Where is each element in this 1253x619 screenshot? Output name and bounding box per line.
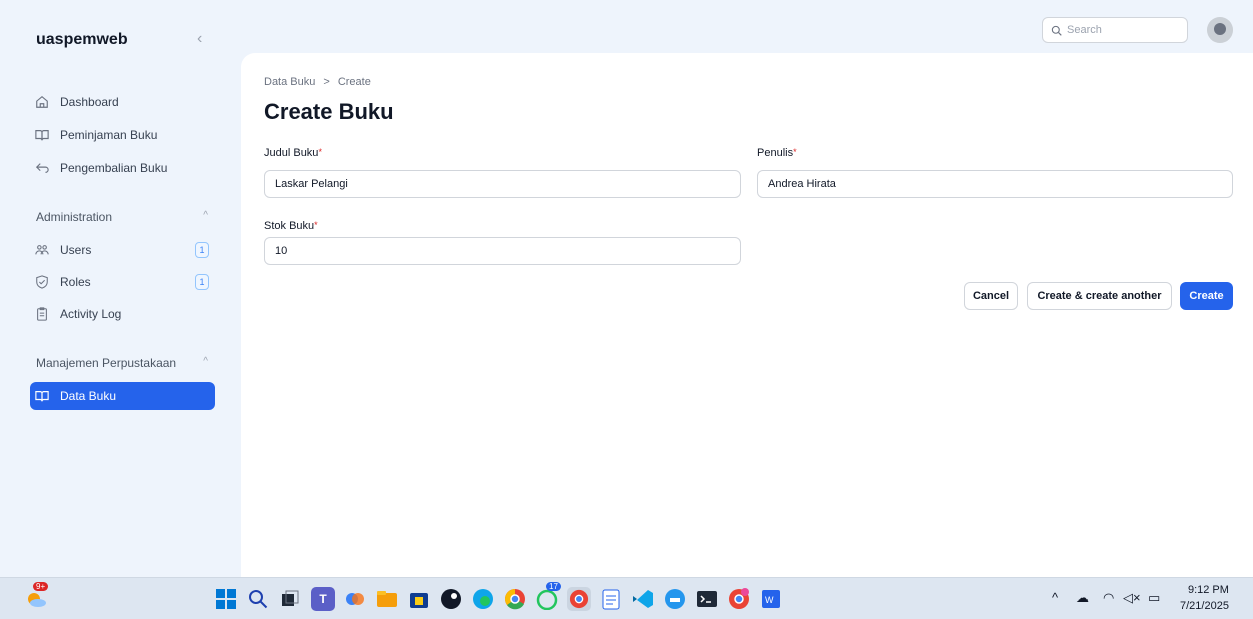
- users-icon: [34, 242, 50, 258]
- breadcrumb: Data Buku > Create: [264, 76, 371, 88]
- sidebar-item-label: Roles: [60, 275, 91, 289]
- judul-buku-label: Judul Buku*: [264, 147, 322, 159]
- word-icon[interactable]: W: [759, 587, 783, 611]
- chrome-alt-profile-icon[interactable]: [727, 587, 751, 611]
- search-input[interactable]: Search: [1042, 17, 1188, 43]
- tray-overflow-icon[interactable]: ^: [1052, 590, 1058, 605]
- group-administration[interactable]: Administration ^: [36, 210, 211, 224]
- create-button[interactable]: Create: [1180, 282, 1233, 310]
- whatsapp-badge: 17: [546, 582, 561, 591]
- chevron-up-icon: ^: [203, 210, 208, 221]
- search-placeholder: Search: [1067, 24, 1102, 36]
- penulis-label: Penulis*: [757, 147, 797, 159]
- main-content: Data Buku > Create Create Buku Judul Buk…: [241, 53, 1253, 577]
- judul-buku-field[interactable]: Laskar Pelangi: [264, 170, 741, 198]
- sidebar-item-pengembalian[interactable]: Pengembalian Buku: [30, 154, 215, 182]
- chrome-icon[interactable]: [503, 587, 527, 611]
- group-label: Administration: [36, 210, 113, 224]
- create-another-button[interactable]: Create & create another: [1027, 282, 1172, 310]
- clock-time: 9:12 PM: [1187, 584, 1229, 596]
- ms-store-icon[interactable]: [407, 587, 431, 611]
- group-label: Manajemen Perpustakaan: [36, 356, 177, 370]
- breadcrumb-current: Create: [337, 76, 371, 88]
- sidebar-item-label: Pengembalian Buku: [60, 161, 168, 175]
- terminal-icon[interactable]: [695, 587, 719, 611]
- docker-icon[interactable]: [663, 587, 687, 611]
- book-open-icon: [34, 388, 50, 404]
- home-icon: [34, 94, 50, 110]
- cancel-button[interactable]: Cancel: [964, 282, 1018, 310]
- breadcrumb-separator: >: [323, 76, 330, 88]
- windows-start-icon[interactable]: [214, 587, 238, 611]
- sidebar-item-users[interactable]: Users 1: [30, 236, 215, 264]
- group-manajemen-perpustakaan[interactable]: Manajemen Perpustakaan ^: [36, 356, 211, 370]
- users-count-badge: 1: [195, 242, 209, 258]
- penulis-field[interactable]: Andrea Hirata: [757, 170, 1233, 198]
- search-icon: [1051, 25, 1062, 36]
- task-view-icon[interactable]: [278, 587, 302, 611]
- shield-icon: [34, 274, 50, 290]
- sidebar-item-activity-log[interactable]: Activity Log: [30, 300, 215, 328]
- stok-buku-field[interactable]: 10: [264, 237, 741, 265]
- wifi-icon[interactable]: ◠: [1103, 590, 1114, 606]
- breadcrumb-parent[interactable]: Data Buku: [264, 76, 315, 88]
- onedrive-icon[interactable]: ☁: [1076, 590, 1089, 606]
- arrow-left-icon: [34, 160, 50, 176]
- page-title: Create Buku: [264, 99, 394, 124]
- volume-muted-icon[interactable]: ◁×: [1123, 590, 1141, 606]
- sidebar: uaspemweb ‹ Dashboard Peminjaman Buku Pe…: [0, 0, 240, 577]
- taskbar: 9+ T 17 W ^ ☁ ◠ ◁× ▭ 9:12 PM 7/21/2025: [0, 577, 1253, 619]
- stok-buku-label: Stok Buku*: [264, 220, 318, 232]
- chrome-profile-icon[interactable]: [567, 587, 591, 611]
- sidebar-item-peminjaman[interactable]: Peminjaman Buku: [30, 121, 215, 149]
- copilot-icon[interactable]: [343, 587, 367, 611]
- taskbar-search-icon[interactable]: [246, 587, 270, 611]
- vscode-icon[interactable]: [631, 587, 655, 611]
- sidebar-item-roles[interactable]: Roles 1: [30, 268, 215, 296]
- avatar[interactable]: [1207, 17, 1233, 43]
- brand-logo[interactable]: uaspemweb: [36, 31, 128, 49]
- sidebar-item-label: Data Buku: [60, 389, 117, 403]
- roles-count-badge: 1: [195, 274, 209, 290]
- collapse-sidebar-icon[interactable]: ‹: [197, 30, 202, 48]
- edge-icon[interactable]: [471, 587, 495, 611]
- sidebar-item-label: Peminjaman Buku: [60, 128, 158, 142]
- sidebar-item-data-buku[interactable]: Data Buku: [30, 382, 215, 410]
- steam-icon[interactable]: [439, 587, 463, 611]
- teams-icon[interactable]: T: [311, 587, 335, 611]
- sidebar-item-dashboard[interactable]: Dashboard: [30, 88, 215, 116]
- sidebar-item-label: Activity Log: [60, 307, 122, 321]
- battery-icon[interactable]: ▭: [1148, 590, 1160, 606]
- weather-badge: 9+: [33, 582, 49, 591]
- file-explorer-icon[interactable]: [375, 587, 399, 611]
- clock-date: 7/21/2025: [1180, 600, 1229, 612]
- chevron-up-icon: ^: [203, 356, 208, 367]
- clipboard-icon: [34, 306, 50, 322]
- taskbar-clock[interactable]: 9:12 PM 7/21/2025: [1180, 582, 1229, 614]
- svg-text:W: W: [765, 595, 774, 605]
- book-open-icon: [34, 127, 50, 143]
- sidebar-item-label: Users: [60, 243, 92, 257]
- sidebar-item-label: Dashboard: [60, 95, 119, 109]
- notepad-icon[interactable]: [599, 587, 623, 611]
